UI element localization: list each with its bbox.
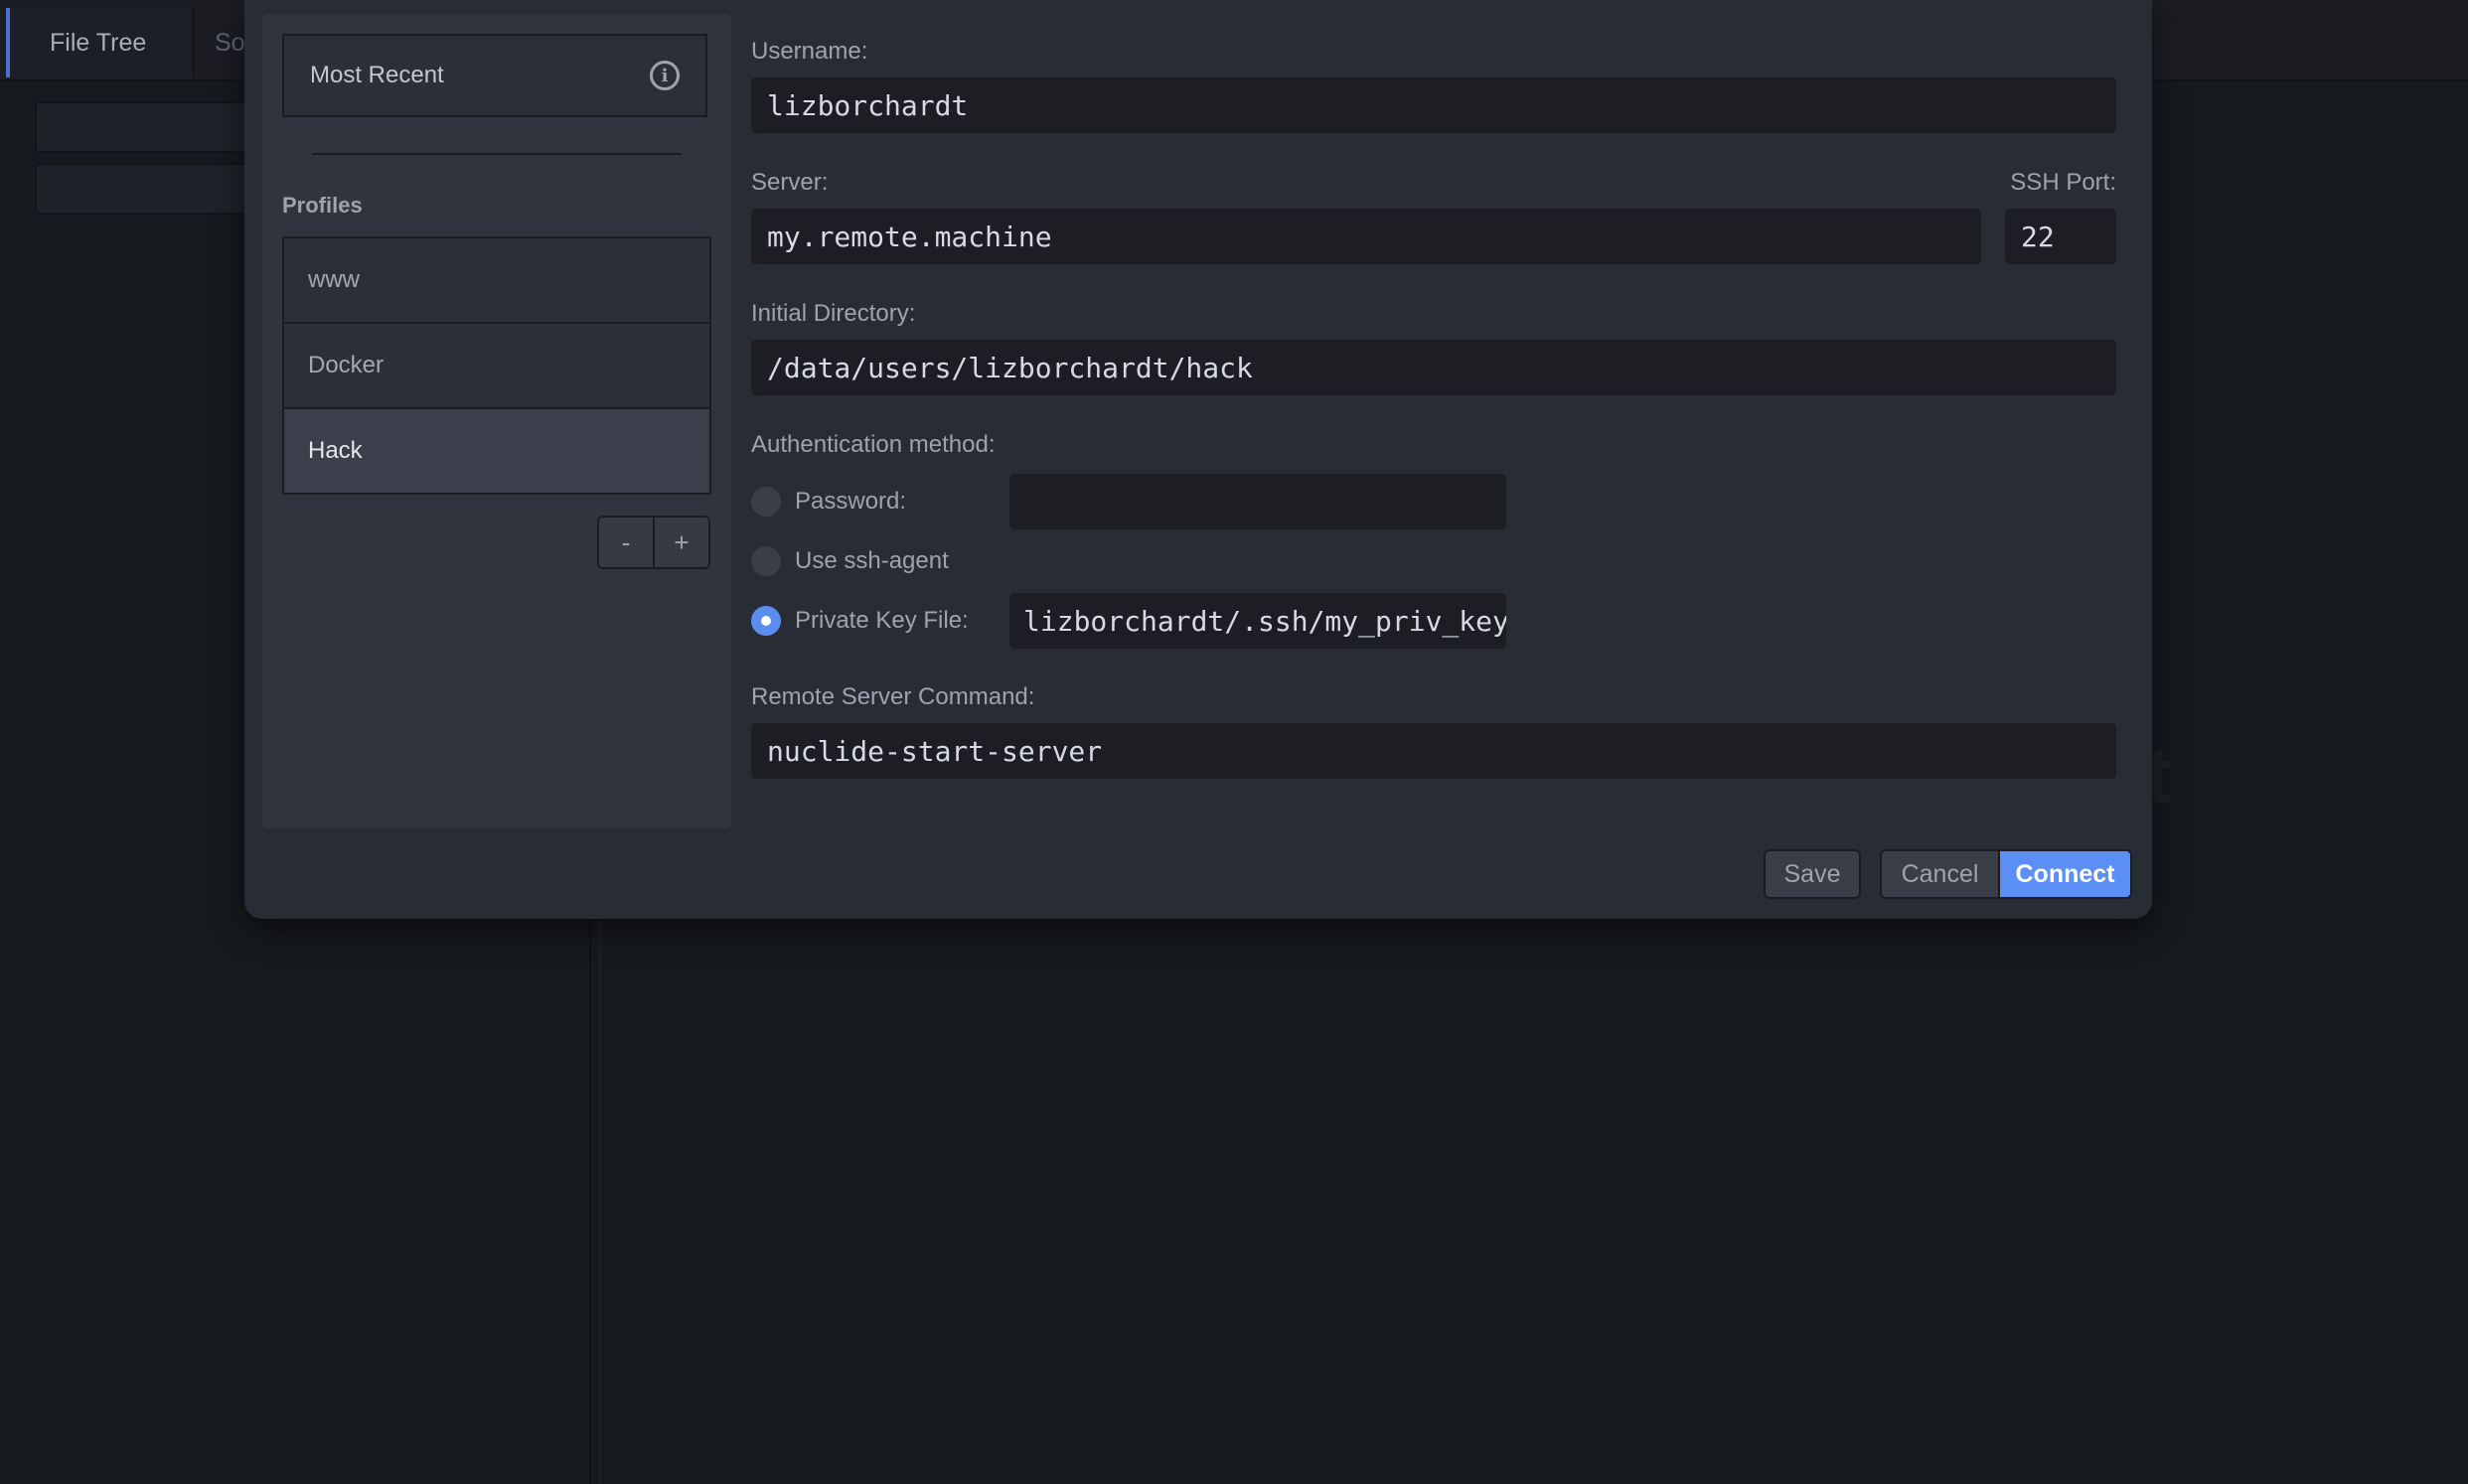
password-input[interactable] <box>1009 474 1506 529</box>
password-option-label: Password: <box>795 488 907 515</box>
cancel-button[interactable]: Cancel <box>1882 851 2000 897</box>
auth-option-ssh-agent[interactable]: Use ssh-agent <box>751 546 949 576</box>
profile-item-docker[interactable]: Docker <box>284 324 709 409</box>
add-profile-button[interactable]: + <box>655 518 708 567</box>
most-recent-profile[interactable]: Most Recent i <box>282 34 707 117</box>
info-icon[interactable]: i <box>650 61 680 90</box>
username-label: Username: <box>751 38 868 65</box>
remote-command-input[interactable]: nuclide-start-server <box>751 723 2116 779</box>
private-key-input[interactable]: lizborchardt/.ssh/my_priv_key <box>1009 593 1506 649</box>
dialog-action-buttons: Cancel Connect <box>1880 849 2132 899</box>
profiles-panel: Most Recent i Profiles www Docker Hack -… <box>262 14 731 828</box>
auth-option-private-key[interactable]: Private Key File: <box>751 606 969 636</box>
profiles-separator <box>312 153 682 155</box>
ssh-agent-option-label: Use ssh-agent <box>795 547 949 574</box>
auth-option-password[interactable]: Password: <box>751 487 906 517</box>
profile-item-www[interactable]: www <box>284 238 709 324</box>
private-key-radio[interactable] <box>751 606 781 636</box>
private-key-option-label: Private Key File: <box>795 607 969 634</box>
server-input[interactable]: my.remote.machine <box>751 209 1981 264</box>
ssh-port-input[interactable]: 22 <box>2005 209 2116 264</box>
initial-directory-input[interactable]: /data/users/lizborchardt/hack <box>751 340 2116 395</box>
ssh-agent-radio[interactable] <box>751 546 781 576</box>
profiles-heading: Profiles <box>282 193 363 218</box>
most-recent-label: Most Recent <box>310 62 444 88</box>
auth-method-label: Authentication method: <box>751 431 996 458</box>
initial-directory-label: Initial Directory: <box>751 300 916 327</box>
remove-profile-button[interactable]: - <box>599 518 655 567</box>
server-label: Server: <box>751 169 829 196</box>
username-input[interactable]: lizborchardt <box>751 77 2116 133</box>
connection-dialog: Most Recent i Profiles www Docker Hack -… <box>244 0 2152 919</box>
save-button[interactable]: Save <box>1764 849 1861 899</box>
profile-list: www Docker Hack <box>282 236 711 495</box>
password-radio[interactable] <box>751 487 781 517</box>
remote-command-label: Remote Server Command: <box>751 683 1035 710</box>
connect-button[interactable]: Connect <box>2000 851 2130 897</box>
ssh-port-label: SSH Port: <box>2010 169 2116 196</box>
profile-add-remove-group: - + <box>597 516 710 569</box>
tab-file-tree[interactable]: File Tree <box>6 8 187 77</box>
profile-item-hack[interactable]: Hack <box>284 409 709 493</box>
